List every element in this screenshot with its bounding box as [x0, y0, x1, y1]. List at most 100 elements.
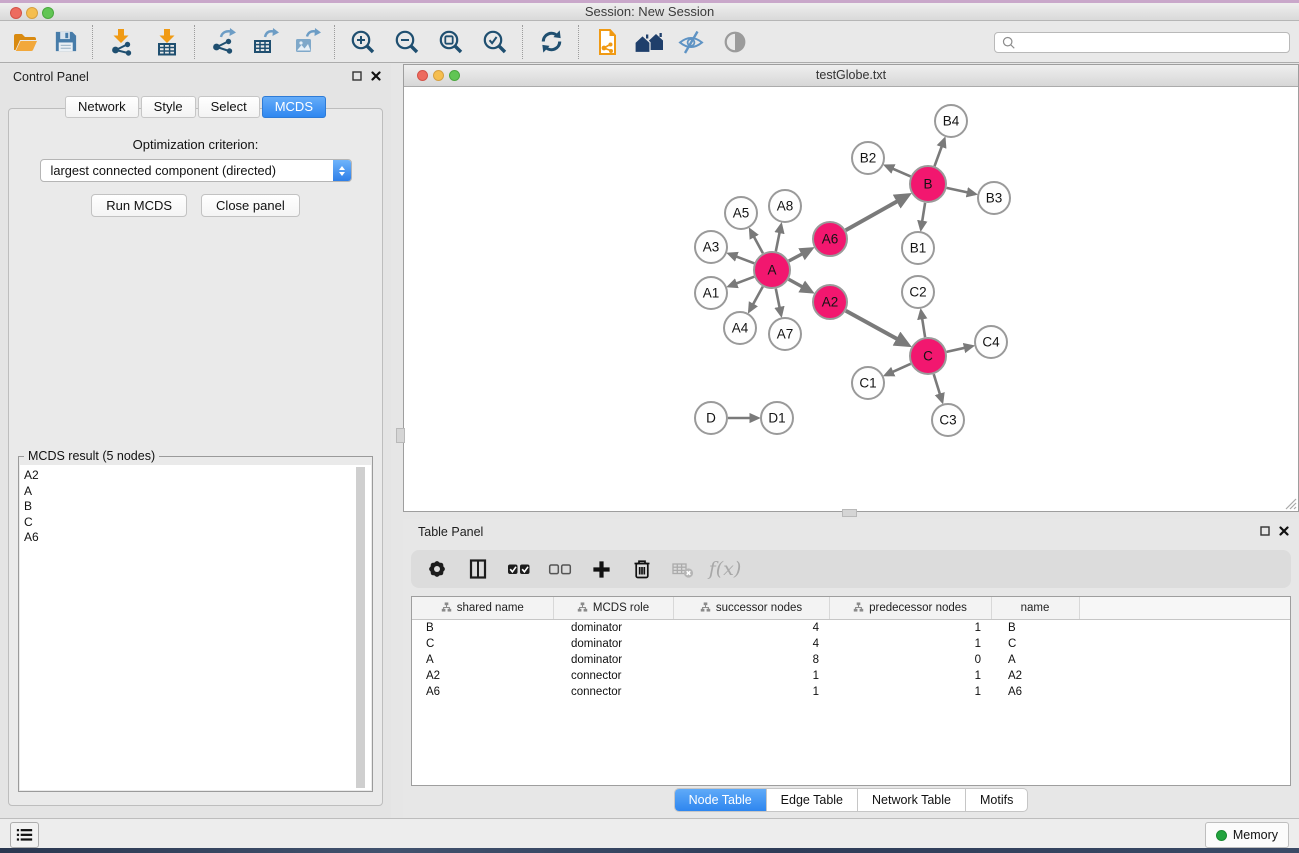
zoom-out-button[interactable]: [390, 24, 424, 60]
table-cell[interactable]: dominator: [553, 652, 673, 668]
table-cell[interactable]: A: [991, 652, 1079, 668]
graph-edge-C-C3[interactable]: [934, 374, 943, 401]
run-mcds-button[interactable]: Run MCDS: [91, 194, 187, 217]
result-item[interactable]: C: [24, 515, 371, 531]
graph-edge-A-A8[interactable]: [776, 225, 781, 251]
graph-edge-A-A7[interactable]: [776, 289, 781, 315]
table-cell[interactable]: 4: [673, 620, 829, 637]
export-table-button[interactable]: [248, 24, 282, 60]
table-cell[interactable]: 1: [829, 668, 991, 684]
graph-edge-B-B3[interactable]: [947, 188, 975, 194]
column-header-MCDS-role[interactable]: MCDS role: [553, 597, 673, 620]
column-header-predecessor-nodes[interactable]: predecessor nodes: [829, 597, 991, 620]
table-cell[interactable]: A: [412, 652, 553, 668]
close-panel-button[interactable]: Close panel: [201, 194, 300, 217]
table-cell[interactable]: 1: [673, 668, 829, 684]
table-panel-header[interactable]: Table Panel: [403, 519, 1299, 545]
table-cell[interactable]: connector: [553, 668, 673, 684]
table-row[interactable]: A2connector11A2: [412, 668, 1290, 684]
table-row[interactable]: A6connector11A6: [412, 684, 1290, 700]
tab-select[interactable]: Select: [198, 96, 260, 118]
graph-edge-A-A6[interactable]: [789, 249, 811, 261]
table-cell[interactable]: C: [991, 636, 1079, 652]
app-titlebar[interactable]: Session: New Session: [0, 3, 1299, 21]
table-cell[interactable]: 8: [673, 652, 829, 668]
tab-network[interactable]: Network: [65, 96, 139, 118]
graph-edge-A2-C[interactable]: [846, 311, 908, 345]
table-cell[interactable]: 1: [673, 684, 829, 700]
select-all-button[interactable]: [507, 557, 531, 581]
tab-style[interactable]: Style: [141, 96, 196, 118]
import-table-button[interactable]: [150, 24, 184, 60]
graph-edge-A-A1[interactable]: [729, 277, 754, 287]
graph-edge-C-C2[interactable]: [921, 311, 925, 337]
table-cell[interactable]: dominator: [553, 620, 673, 637]
zoom-fit-button[interactable]: [434, 24, 468, 60]
tab-mcds[interactable]: MCDS: [262, 96, 326, 118]
graph-edge-B-B2[interactable]: [886, 166, 911, 177]
graph-edge-A6-B[interactable]: [846, 195, 908, 230]
table-row[interactable]: Adominator80A: [412, 652, 1290, 668]
result-item[interactable]: A6: [24, 530, 371, 546]
table-cell[interactable]: A6: [991, 684, 1079, 700]
toolbar-search[interactable]: [994, 32, 1290, 53]
table-cell[interactable]: 1: [829, 620, 991, 637]
table-cell[interactable]: connector: [553, 684, 673, 700]
network-window-titlebar[interactable]: testGlobe.txt: [404, 65, 1298, 87]
close-panel-icon[interactable]: [371, 71, 381, 81]
table-cell[interactable]: C: [412, 636, 553, 652]
graph-edge-C-C1[interactable]: [886, 364, 911, 375]
import-network-button[interactable]: [104, 24, 138, 60]
result-item[interactable]: B: [24, 499, 371, 515]
close-panel-icon[interactable]: [1279, 526, 1289, 536]
delete-table-button[interactable]: [671, 557, 695, 581]
tab-node-table[interactable]: Node Table: [675, 789, 766, 811]
table-cell[interactable]: 1: [829, 684, 991, 700]
attribute-settings-button[interactable]: [425, 557, 449, 581]
result-scrollbar[interactable]: [356, 467, 365, 788]
new-network-from-selection-button[interactable]: [590, 24, 624, 60]
table-cell[interactable]: B: [991, 620, 1079, 637]
tab-edge-table[interactable]: Edge Table: [766, 789, 857, 811]
table-cell[interactable]: A2: [412, 668, 553, 684]
graph-edge-A-A3[interactable]: [729, 254, 754, 263]
graph-edge-C-C4[interactable]: [947, 346, 973, 352]
table-cell[interactable]: B: [412, 620, 553, 637]
table-cell[interactable]: 4: [673, 636, 829, 652]
delete-column-button[interactable]: [630, 557, 654, 581]
result-item[interactable]: A2: [24, 468, 371, 484]
table-cell[interactable]: A2: [991, 668, 1079, 684]
export-image-button[interactable]: [290, 24, 324, 60]
tab-motifs[interactable]: Motifs: [965, 789, 1027, 811]
table-row[interactable]: Cdominator41C: [412, 636, 1290, 652]
column-header-successor-nodes[interactable]: successor nodes: [673, 597, 829, 620]
export-network-button[interactable]: [206, 24, 240, 60]
tab-network-table[interactable]: Network Table: [857, 789, 965, 811]
table-row[interactable]: Bdominator41B: [412, 620, 1290, 637]
function-builder-button[interactable]: f(x): [712, 557, 736, 581]
vertical-scrollbar-nub[interactable]: [396, 428, 405, 443]
show-column-button[interactable]: [466, 557, 490, 581]
criterion-select[interactable]: largest connected component (directed): [40, 159, 352, 182]
column-header-shared-name[interactable]: shared name: [412, 597, 553, 620]
graph-edge-B-B4[interactable]: [935, 139, 945, 166]
zoom-selected-button[interactable]: [478, 24, 512, 60]
search-input[interactable]: [1021, 35, 1289, 51]
graph-edge-A-A4[interactable]: [749, 287, 762, 311]
show-graphics-details-button[interactable]: [718, 24, 752, 60]
column-header-name[interactable]: name: [991, 597, 1079, 620]
open-session-button[interactable]: [8, 24, 42, 60]
table-cell[interactable]: dominator: [553, 636, 673, 652]
refresh-button[interactable]: [534, 24, 568, 60]
table-cell[interactable]: 1: [829, 636, 991, 652]
float-panel-icon[interactable]: [352, 71, 362, 81]
table-cell[interactable]: 0: [829, 652, 991, 668]
network-home-button[interactable]: [632, 24, 666, 60]
task-history-button[interactable]: [10, 822, 39, 848]
window-resize-grip[interactable]: [1282, 495, 1297, 510]
graph-edge-A-A2[interactable]: [789, 279, 812, 292]
table-cell[interactable]: A6: [412, 684, 553, 700]
control-panel-header[interactable]: Control Panel: [0, 64, 391, 90]
add-column-button[interactable]: [589, 557, 613, 581]
float-panel-icon[interactable]: [1260, 526, 1270, 536]
